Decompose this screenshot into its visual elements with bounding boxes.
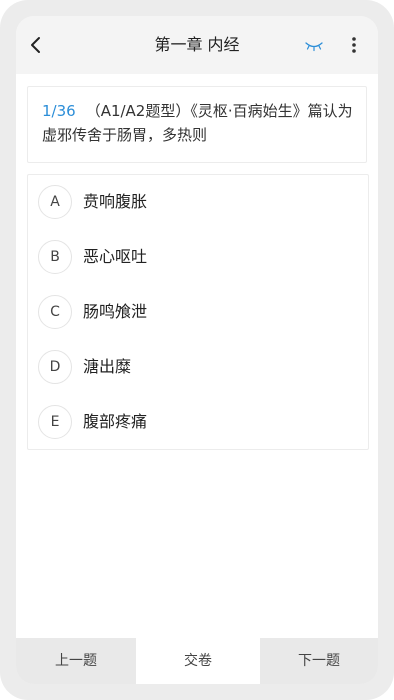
- prev-question-button[interactable]: 上一题: [16, 638, 136, 684]
- bottom-nav: 上一题 交卷 下一题: [16, 638, 378, 684]
- device-frame: 第一章 内经 1/36 （A1/A2题型）《灵枢·百病始生》篇认为虚邪传舍于肠胃…: [0, 0, 394, 700]
- option-text: 恶心呕吐: [83, 247, 148, 266]
- chevron-left-icon: [31, 37, 40, 53]
- option-b[interactable]: B 恶心呕吐: [28, 230, 368, 284]
- hide-answer-toggle[interactable]: [303, 38, 325, 52]
- option-text: 腹部疼痛: [83, 412, 148, 431]
- options-list: A 贲响腹胀 B 恶心呕吐 C 肠鸣飧泄 D 溏出糜 E 腹部疼痛: [27, 174, 369, 450]
- option-e[interactable]: E 腹部疼痛: [28, 395, 368, 449]
- option-text: 贲响腹胀: [83, 192, 148, 211]
- submit-exam-button[interactable]: 交卷: [136, 638, 260, 684]
- more-options-button[interactable]: [344, 35, 364, 55]
- option-c[interactable]: C 肠鸣飧泄: [28, 285, 368, 339]
- option-d[interactable]: D 溏出糜: [28, 340, 368, 394]
- question-stem: 1/36 （A1/A2题型）《灵枢·百病始生》篇认为虚邪传舍于肠胃，多热则: [42, 99, 360, 147]
- more-vertical-icon: [352, 37, 356, 53]
- question-number: 1/36: [42, 102, 76, 120]
- app-screen: 第一章 内经 1/36 （A1/A2题型）《灵枢·百病始生》篇认为虚邪传舍于肠胃…: [16, 16, 378, 684]
- option-a[interactable]: A 贲响腹胀: [28, 175, 368, 229]
- option-text: 肠鸣飧泄: [83, 302, 148, 321]
- option-letter: E: [38, 405, 72, 439]
- option-text: 溏出糜: [83, 357, 132, 376]
- question-text: （A1/A2题型）《灵枢·百病始生》篇认为虚邪传舍于肠胃，多热则: [42, 102, 353, 144]
- option-letter: A: [38, 185, 72, 219]
- option-letter: B: [38, 240, 72, 274]
- question-area: 1/36 （A1/A2题型）《灵枢·百病始生》篇认为虚邪传舍于肠胃，多热则 A 贲…: [16, 74, 378, 638]
- option-letter: D: [38, 350, 72, 384]
- question-card: 1/36 （A1/A2题型）《灵枢·百病始生》篇认为虚邪传舍于肠胃，多热则: [27, 86, 367, 163]
- option-letter: C: [38, 295, 72, 329]
- back-button[interactable]: [24, 33, 48, 57]
- closed-eye-icon: [305, 42, 323, 52]
- top-bar: 第一章 内经: [16, 16, 378, 74]
- next-question-button[interactable]: 下一题: [260, 638, 378, 684]
